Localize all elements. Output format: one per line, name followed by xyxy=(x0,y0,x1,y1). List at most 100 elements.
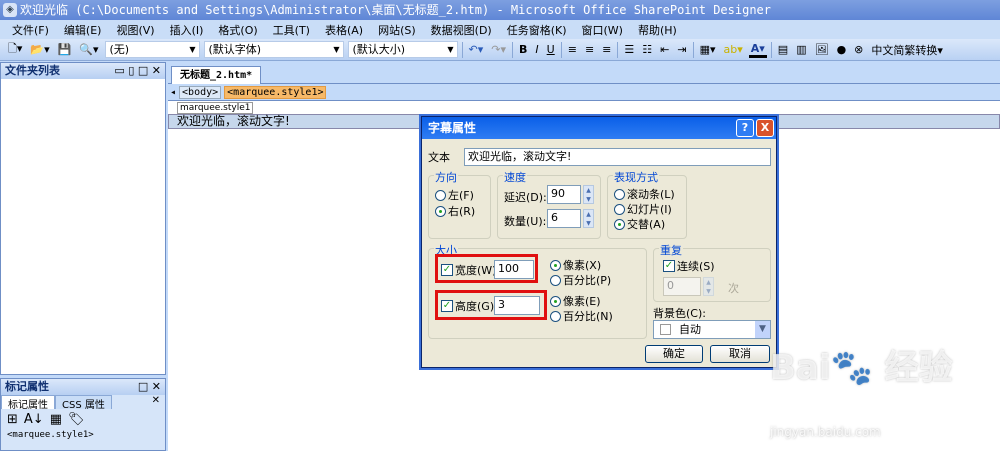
categorized-icon[interactable]: ⊞ xyxy=(7,412,18,427)
menu-table[interactable]: 表格(A) xyxy=(325,22,363,38)
font-color-label: A xyxy=(750,41,760,55)
menu-insert[interactable]: 插入(I) xyxy=(170,22,204,38)
style-select[interactable]: (无) ▼ xyxy=(104,41,200,58)
help-button[interactable]: ? xyxy=(736,119,754,137)
menu-dataview[interactable]: 数据视图(D) xyxy=(431,22,492,38)
table-icon[interactable]: ▤ xyxy=(776,43,790,56)
font-select[interactable]: (默认字体) ▼ xyxy=(203,41,344,58)
tab-css-properties[interactable]: CSS 属性 xyxy=(55,395,112,411)
underline-button[interactable]: U xyxy=(545,43,557,56)
menu-window[interactable]: 窗口(W) xyxy=(582,22,623,38)
bullet-list-icon[interactable]: ☷ xyxy=(640,43,654,56)
menu-site[interactable]: 网站(S) xyxy=(378,22,416,38)
tag-icon[interactable]: 🏷 xyxy=(68,412,85,427)
text-input[interactable]: 欢迎光临，滚动文字! xyxy=(464,148,771,166)
amount-spinner[interactable]: ▲ ▼ xyxy=(583,209,594,228)
close-icon[interactable]: ✕ xyxy=(152,395,160,406)
radio-label: 交替(A) xyxy=(627,218,666,231)
behavior-scroll-radio[interactable]: 滚动条(L) xyxy=(614,186,675,202)
cancel-button[interactable]: 取消 xyxy=(710,345,770,363)
separator xyxy=(692,41,694,58)
title-bar: 欢迎光临 (C:\Documents and Settings\Administ… xyxy=(0,0,1000,20)
bold-button[interactable]: B xyxy=(517,43,529,56)
tab-tag-properties[interactable]: 标记属性 xyxy=(1,395,55,411)
chevron-down-icon: ▼ xyxy=(755,321,770,338)
close-button[interactable]: X xyxy=(756,119,774,137)
app-icon[interactable]: ◈ xyxy=(3,3,17,17)
menu-taskpane[interactable]: 任务窗格(K) xyxy=(507,22,567,38)
increase-indent-icon[interactable]: ⇥ xyxy=(675,43,688,56)
continuous-checkbox[interactable]: ✓ 连续(S) xyxy=(663,258,715,274)
direction-left-radio[interactable]: 左(F) xyxy=(435,187,474,203)
repeat-group: 重复 ✓ 连续(S) 0 ▲ ▼ 次 xyxy=(653,242,771,302)
italic-button[interactable]: I xyxy=(533,43,540,56)
width-pixels-radio[interactable]: 像素(X) xyxy=(550,257,601,273)
scroll-left-icon[interactable]: ◂ xyxy=(170,87,176,98)
maximize-icon[interactable]: □ xyxy=(138,64,148,77)
tag-panel-toolbar: ⊞ A↓ ▦ 🏷 xyxy=(1,409,165,430)
chinese-convert-button[interactable]: 中文简繁转换▾ xyxy=(869,42,945,58)
delay-input[interactable]: 90 xyxy=(547,185,581,204)
close-icon[interactable]: ✕ xyxy=(152,64,161,77)
font-value: (默认字体) xyxy=(208,43,262,56)
decrease-indent-icon[interactable]: ⇤ xyxy=(658,43,671,56)
align-right-icon[interactable]: ≡ xyxy=(600,43,613,56)
align-left-icon[interactable]: ≡ xyxy=(566,43,579,56)
undo-icon[interactable]: ↶▾ xyxy=(467,43,486,56)
selected-tag: <marquee.style1> xyxy=(7,430,94,440)
close-icon[interactable]: ✕ xyxy=(152,380,161,393)
repeat-label: 重复 xyxy=(659,242,683,258)
size-select[interactable]: (默认大小) ▼ xyxy=(347,41,458,58)
picture-icon[interactable]: 🖼 xyxy=(813,43,831,56)
ok-button[interactable]: 确定 xyxy=(645,345,703,363)
web-component-icon[interactable]: ● xyxy=(835,43,849,56)
folder-icon[interactable]: ▭ xyxy=(114,64,124,77)
save-icon[interactable]: 💾 xyxy=(56,43,74,56)
menu-help[interactable]: 帮助(H) xyxy=(638,22,677,38)
marquee-tag-label: marquee.style1 xyxy=(177,102,254,114)
highlight-icon[interactable]: ab▾ xyxy=(721,43,744,56)
repeat-count-input[interactable]: 0 xyxy=(663,277,701,296)
radio-icon xyxy=(550,295,561,307)
menu-edit[interactable]: 编辑(E) xyxy=(64,22,102,38)
radio-label: 像素(X) xyxy=(563,259,602,272)
redo-icon[interactable]: ↷▾ xyxy=(489,43,508,56)
delay-spinner[interactable]: ▲ ▼ xyxy=(583,185,594,204)
height-checkbox[interactable]: ✓ 高度(G): xyxy=(441,298,498,314)
new-page-icon[interactable]: 🗋▾ xyxy=(6,40,24,59)
preview-icon[interactable]: 🔍▾ xyxy=(77,43,100,56)
menu-format[interactable]: 格式(O) xyxy=(218,22,257,38)
behavior-alternate-radio[interactable]: 交替(A) xyxy=(614,216,665,232)
sort-az-icon[interactable]: A↓ xyxy=(24,412,44,427)
height-pixels-radio[interactable]: 像素(E) xyxy=(550,293,601,309)
menu-view[interactable]: 视图(V) xyxy=(116,22,154,38)
show-set-properties-icon[interactable]: ▦ xyxy=(50,412,62,427)
crumb-body[interactable]: <body> xyxy=(179,85,222,99)
behavior-slide-radio[interactable]: 幻灯片(I) xyxy=(614,201,672,217)
direction-right-radio[interactable]: 右(R) xyxy=(435,203,475,219)
repeat-spinner[interactable]: ▲ ▼ xyxy=(703,277,714,296)
height-percent-radio[interactable]: 百分比(N) xyxy=(550,308,613,324)
align-center-icon[interactable]: ≡ xyxy=(583,43,596,56)
menu-file[interactable]: 文件(F) xyxy=(12,22,49,38)
stop-icon[interactable]: ⊗ xyxy=(852,43,865,56)
radio-label: 左(F) xyxy=(448,189,474,202)
height-input[interactable]: 3 xyxy=(494,296,540,315)
width-input[interactable]: 100 xyxy=(494,260,534,279)
width-checkbox[interactable]: ✓ 宽度(W): xyxy=(441,262,500,278)
numbered-list-icon[interactable]: ☰ xyxy=(622,43,636,56)
amount-input[interactable]: 6 xyxy=(547,209,581,228)
tab-document[interactable]: 无标题_2.htm* xyxy=(171,66,262,84)
font-color-button[interactable]: A▾ xyxy=(748,41,767,58)
page-icon[interactable]: ▯ xyxy=(128,64,134,77)
width-percent-radio[interactable]: 百分比(P) xyxy=(550,272,611,288)
maximize-icon[interactable]: □ xyxy=(138,380,148,393)
bgcolor-select[interactable]: 自动 ▼ xyxy=(653,320,771,339)
menu-tools[interactable]: 工具(T) xyxy=(273,22,310,38)
open-icon[interactable]: 📂▾ xyxy=(28,43,51,56)
layer-icon[interactable]: ▥ xyxy=(794,43,808,56)
baidu-jingyan-watermark: Bai🐾 经验 xyxy=(770,348,953,388)
text-label: 文本 xyxy=(428,151,450,164)
border-icon[interactable]: ▦▾ xyxy=(698,43,718,56)
crumb-marquee[interactable]: <marquee.style1> xyxy=(224,85,327,99)
